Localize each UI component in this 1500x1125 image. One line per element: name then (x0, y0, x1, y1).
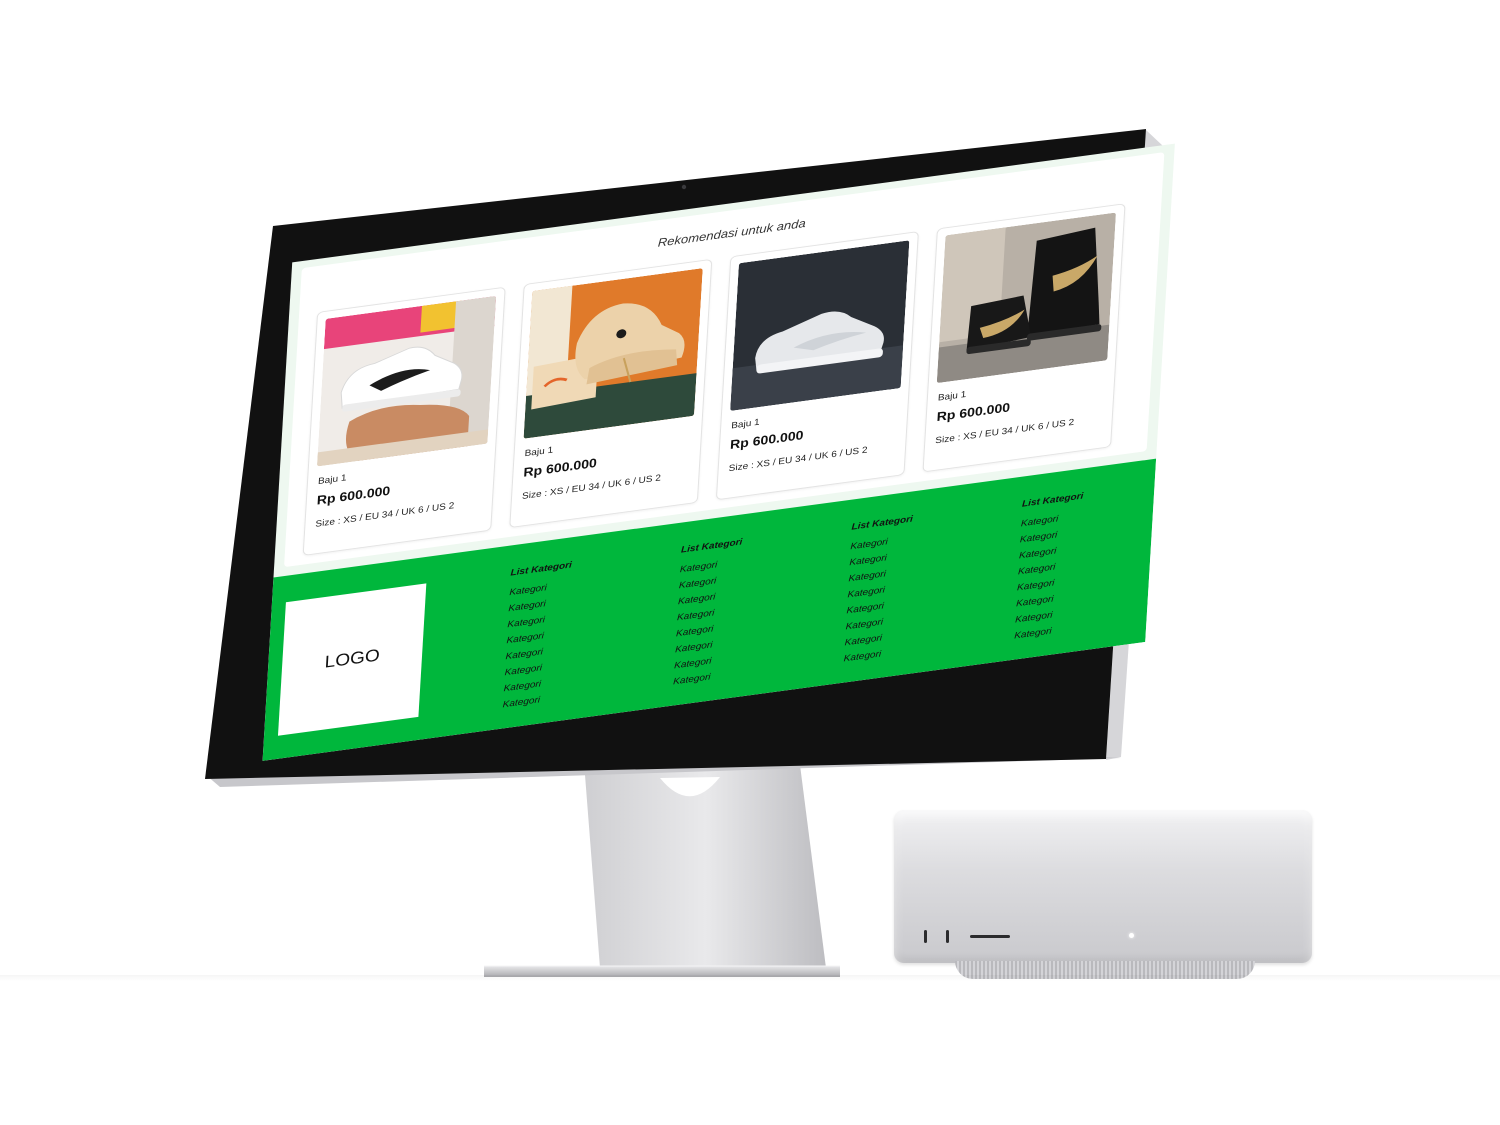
logo-placeholder[interactable]: LOGO (277, 583, 427, 736)
floor-shadow (0, 975, 1500, 981)
category-column: List Kategori Kategori Kategori Kategori… (502, 552, 631, 713)
product-card[interactable]: Baju 1 Rp 600.000 Size : XS / EU 34 / UK… (715, 231, 919, 501)
product-name: Baju 1 (730, 417, 760, 432)
sneaker-photo (936, 212, 1117, 384)
monitor-screen: Rekomendasi untuk anda Baju 1 Rp 600.000… (262, 143, 1175, 761)
product-name: Baju 1 (317, 473, 347, 487)
product-price: Rp 600.000 (936, 399, 1011, 424)
product-card[interactable]: Baju 1 Rp 600.000 Size : XS / EU 34 / UK… (509, 258, 713, 529)
sneaker-photo (316, 295, 497, 467)
sneaker-photo (730, 240, 910, 411)
sd-card-slot-icon (970, 935, 1010, 938)
product-size: Size : XS / EU 34 / UK 6 / US 2 (934, 417, 1075, 447)
logo-text: LOGO (324, 646, 381, 673)
product-image-white-sneaker-hand[interactable] (316, 295, 497, 467)
category-column: List Kategori Kategori Kategori Kategori… (1014, 483, 1143, 644)
product-price: Rp 600.000 (523, 455, 598, 480)
product-size: Size : XS / EU 34 / UK 6 / US 2 (315, 501, 455, 530)
product-price: Rp 600.000 (316, 483, 391, 508)
mockup-stage: Rekomendasi untuk anda Baju 1 Rp 600.000… (0, 0, 1500, 1125)
product-image-white-sneaker-dark[interactable] (730, 240, 910, 411)
category-column: List Kategori Kategori Kategori Kategori… (843, 506, 972, 667)
power-led-icon (1129, 933, 1134, 938)
product-image-black-gold-high-top[interactable] (936, 212, 1117, 384)
product-card[interactable]: Baju 1 Rp 600.000 Size : XS / EU 34 / UK… (922, 203, 1126, 473)
webpage: Rekomendasi untuk anda Baju 1 Rp 600.000… (262, 143, 1175, 761)
product-name: Baju 1 (524, 445, 554, 459)
product-size: Size : XS / EU 34 / UK 6 / US 2 (728, 445, 868, 474)
mac-studio (894, 810, 1312, 963)
product-card[interactable]: Baju 1 Rp 600.000 Size : XS / EU 34 / UK… (302, 286, 506, 556)
product-name: Baju 1 (937, 389, 967, 404)
sneaker-photo (523, 268, 703, 439)
category-column: List Kategori Kategori Kategori Kategori… (673, 529, 802, 690)
usb-c-port-icon (924, 930, 927, 943)
usb-c-port-icon (946, 930, 949, 943)
product-size: Size : XS / EU 34 / UK 6 / US 2 (521, 473, 662, 502)
product-price: Rp 600.000 (729, 427, 804, 452)
product-image-cream-sneakers[interactable] (523, 268, 703, 439)
